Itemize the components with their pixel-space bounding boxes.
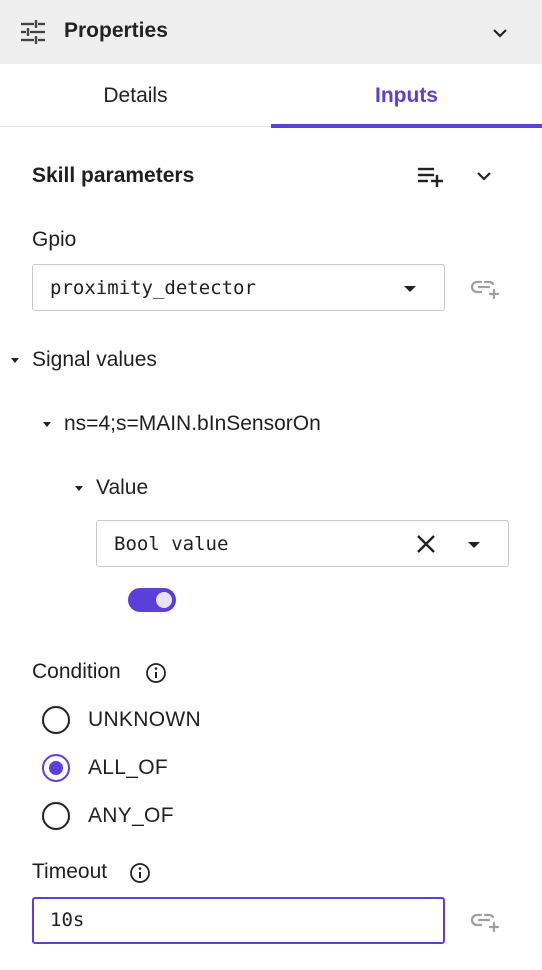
radio-selected-dot (49, 761, 63, 775)
tune-sliders-icon (21, 20, 45, 44)
expand-parameters-button[interactable] (468, 160, 500, 192)
gpio-label: Gpio (32, 228, 77, 251)
value-type-select[interactable]: Bool value (96, 520, 509, 567)
signal-values-label: Signal values (32, 348, 157, 371)
chevron-down-icon[interactable] (488, 21, 512, 45)
add-link-icon[interactable] (470, 909, 500, 933)
signal-node-label: ns=4;s=MAIN.bInSensorOn (64, 412, 321, 435)
info-icon[interactable] (145, 662, 167, 684)
value-label: Value (96, 476, 149, 499)
signal-values-collapse-icon[interactable] (11, 358, 19, 363)
condition-label: Condition (32, 660, 121, 683)
active-tab-indicator (271, 124, 542, 128)
condition-radio-unknown[interactable] (42, 706, 70, 734)
condition-option-label: ANY_OF (88, 804, 174, 827)
timeout-input-value: 10s (50, 909, 85, 931)
dropdown-arrow-icon (468, 542, 480, 548)
condition-option-label: ALL_OF (88, 756, 169, 779)
tab-inputs-label: Inputs (375, 84, 438, 107)
close-icon[interactable] (416, 534, 436, 554)
skill-parameters-title: Skill parameters (32, 164, 195, 187)
tab-details[interactable]: Details (0, 64, 271, 128)
panel-title: Properties (64, 19, 168, 42)
value-collapse-icon[interactable] (75, 486, 83, 491)
properties-header[interactable]: Properties (0, 0, 542, 64)
tab-inputs[interactable]: Inputs (271, 64, 542, 128)
chevron-down-icon (477, 172, 491, 181)
timeout-label: Timeout (32, 860, 108, 883)
tab-details-label: Details (103, 84, 168, 107)
signal-node-collapse-icon[interactable] (43, 422, 51, 427)
condition-radio-all-of[interactable] (42, 754, 70, 782)
gpio-select[interactable]: proximity_detector (32, 264, 445, 311)
condition-option-label: UNKNOWN (88, 708, 201, 731)
timeout-input[interactable]: 10s (32, 897, 445, 944)
tabs-divider (0, 126, 271, 127)
add-parameter-button[interactable] (414, 160, 446, 192)
condition-radio-any-of[interactable] (42, 802, 70, 830)
dropdown-arrow-icon (404, 286, 416, 292)
playlist-add-icon (418, 167, 443, 187)
toggle-knob (156, 592, 172, 608)
bool-value-toggle[interactable] (128, 588, 176, 612)
add-link-icon[interactable] (470, 276, 500, 300)
info-icon[interactable] (129, 862, 151, 884)
value-type-text: Bool value (114, 533, 229, 555)
gpio-select-value: proximity_detector (50, 277, 256, 299)
